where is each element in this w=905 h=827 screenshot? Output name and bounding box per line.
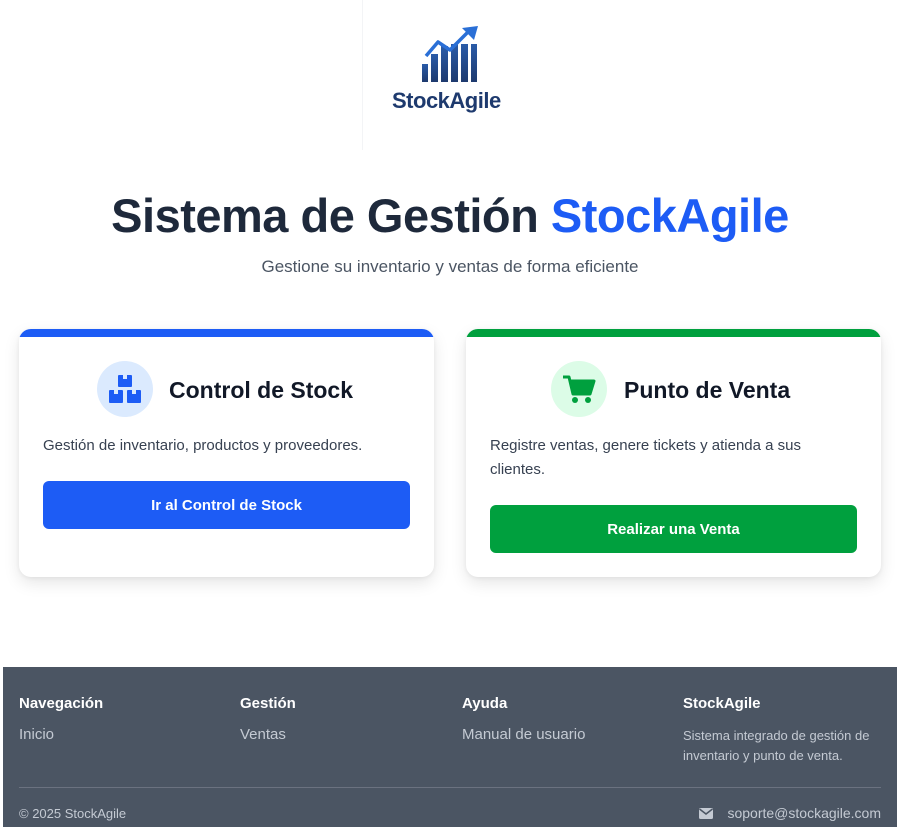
card-accent-bar bbox=[466, 329, 881, 337]
card-accent-bar bbox=[19, 329, 434, 337]
point-of-sale-card: Punto de Venta Registre ventas, genere t… bbox=[466, 329, 881, 577]
footer-heading: Gestión bbox=[240, 695, 296, 712]
footer-help-column: Ayuda Manual de usuario bbox=[462, 695, 585, 743]
footer: Navegación Inicio Gestión Ventas Ayuda M… bbox=[3, 667, 897, 827]
footer-nav-column: Navegación Inicio bbox=[19, 695, 103, 743]
contact-email-text: soporte@stockagile.com bbox=[727, 805, 881, 821]
copyright: © 2025 StockAgile bbox=[19, 806, 127, 821]
boxes-icon bbox=[97, 361, 153, 417]
footer-heading: Ayuda bbox=[462, 695, 508, 712]
logo[interactable]: StockAgile bbox=[390, 26, 510, 116]
footer-heading: StockAgile bbox=[683, 695, 761, 712]
title-main: Sistema de Gestión bbox=[111, 189, 539, 242]
footer-about-text: Sistema integrado de gestión de inventar… bbox=[683, 728, 870, 763]
stock-control-card: Control de Stock Gestión de inventario, … bbox=[19, 329, 434, 577]
card-description: Gestión de inventario, productos y prove… bbox=[43, 437, 363, 454]
footer-link-manual[interactable]: Manual de usuario bbox=[462, 726, 585, 743]
footer-gestion-column: Gestión Ventas bbox=[240, 695, 296, 743]
envelope-icon bbox=[699, 807, 714, 819]
card-description: Registre ventas, genere tickets y atiend… bbox=[490, 437, 802, 478]
header-divider bbox=[362, 0, 363, 150]
contact-email[interactable]: soporte@stockagile.com bbox=[699, 805, 881, 821]
card-title: Control de Stock bbox=[169, 377, 354, 403]
bar-chart-growth-icon bbox=[422, 26, 478, 82]
go-to-stock-button[interactable]: Ir al Control de Stock bbox=[43, 481, 410, 529]
page-title: Sistema de Gestión StockAgile bbox=[0, 188, 900, 243]
card-title: Punto de Venta bbox=[624, 377, 791, 403]
title-accent: StockAgile bbox=[550, 189, 789, 242]
make-sale-button[interactable]: Realizar una Venta bbox=[490, 505, 857, 553]
footer-link-ventas[interactable]: Ventas bbox=[240, 726, 296, 743]
page-subtitle: Gestione su inventario y ventas de forma… bbox=[261, 257, 639, 276]
shopping-cart-icon bbox=[551, 361, 607, 417]
footer-about-column: StockAgile Sistema integrado de gestión … bbox=[683, 695, 883, 766]
footer-heading: Navegación bbox=[19, 695, 104, 712]
footer-divider bbox=[19, 787, 881, 788]
logo-text: StockAgile bbox=[392, 88, 501, 113]
footer-link-inicio[interactable]: Inicio bbox=[19, 726, 103, 743]
